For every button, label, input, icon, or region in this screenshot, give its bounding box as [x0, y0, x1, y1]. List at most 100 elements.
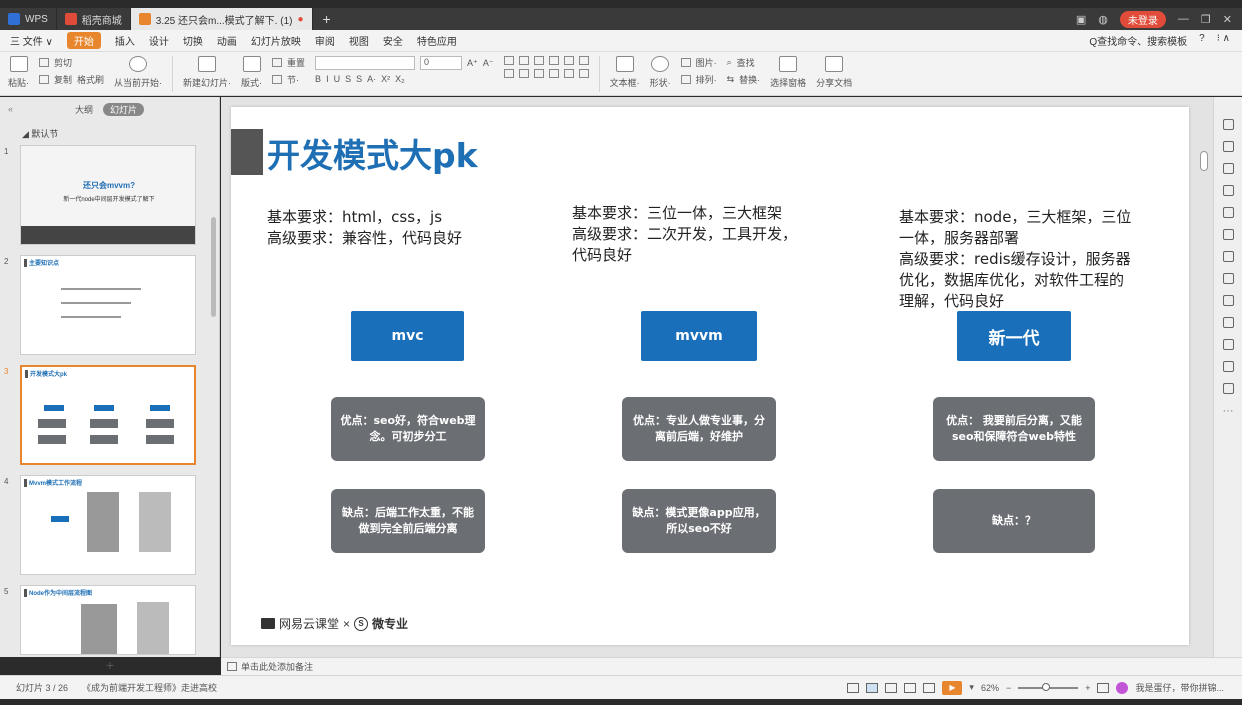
con-box-mvc[interactable]: 缺点：后端工作太重，不能做到完全前后端分离	[331, 489, 485, 553]
more-button[interactable]: ⁝ ∧	[1217, 33, 1230, 48]
speaker-icon[interactable]	[1222, 317, 1234, 328]
align-right-icon[interactable]	[533, 69, 544, 78]
format-painter-label[interactable]: 格式刷	[77, 73, 104, 86]
tab-docer-store[interactable]: 稻壳商城	[57, 8, 131, 30]
tab-view[interactable]: 视图	[349, 33, 369, 48]
layout-button[interactable]: 版式·	[241, 56, 262, 89]
columns-icon[interactable]	[563, 56, 574, 65]
mvc-label-box[interactable]: mvc	[351, 311, 464, 361]
zoom-in-button[interactable]: +	[1085, 683, 1090, 693]
pro-box-mvvm[interactable]: 优点：专业人做专业事，分离前后端，好维护	[622, 397, 776, 461]
settings-sliders-icon[interactable]	[1222, 185, 1234, 196]
copy-button[interactable]: 复制 格式刷	[39, 73, 104, 86]
target-icon[interactable]	[1222, 339, 1234, 350]
close-tab-icon[interactable]: ●	[297, 14, 303, 25]
con-box-new-gen[interactable]: 缺点：？	[933, 489, 1095, 553]
new-gen-label-box[interactable]: 新一代	[957, 311, 1071, 361]
section-label[interactable]: ◢ 默认节	[0, 121, 219, 140]
tab-security[interactable]: 安全	[383, 33, 403, 48]
tab-insert[interactable]: 插入	[115, 33, 135, 48]
tab-features[interactable]: 特色应用	[417, 33, 457, 48]
help-button[interactable]: ?	[1199, 33, 1205, 48]
avatar[interactable]	[1116, 681, 1129, 694]
play-from-current-button[interactable]: 从当前开始·	[114, 56, 162, 89]
animation-icon[interactable]	[1222, 163, 1234, 174]
tab-document[interactable]: 3.25 还只会m...模式了解下. (1) ●	[130, 8, 313, 30]
italic-icon[interactable]: I	[326, 74, 329, 84]
bullets-icon[interactable]	[503, 56, 514, 65]
clipboard-icon[interactable]	[1222, 207, 1234, 218]
history-icon[interactable]	[1222, 361, 1234, 372]
restore-icon[interactable]: ❐	[1201, 13, 1211, 26]
font-name-select[interactable]	[315, 56, 416, 70]
fit-window-icon[interactable]	[1097, 682, 1110, 693]
strikethrough-icon[interactable]: S	[345, 74, 351, 84]
shape-button[interactable]: 形状·	[650, 56, 671, 89]
edit-icon[interactable]	[1222, 273, 1234, 284]
cut-button[interactable]: 剪切	[39, 56, 104, 69]
notes-toggle-icon[interactable]	[847, 682, 860, 693]
minimize-icon[interactable]: —	[1178, 13, 1189, 25]
thumbnail-scrollbar[interactable]	[211, 217, 216, 317]
tab-transition[interactable]: 切换	[183, 33, 203, 48]
star-icon[interactable]	[1222, 229, 1234, 240]
zoom-level[interactable]: 62%	[981, 683, 999, 693]
font-color-icon[interactable]: A·	[367, 74, 376, 84]
distribute-icon[interactable]	[563, 69, 574, 78]
slide-thumbnail-3-selected[interactable]: 3 开发模式大pk	[4, 365, 208, 465]
shadow-icon[interactable]: S	[356, 74, 362, 84]
file-menu[interactable]: 三 文件 ∨	[10, 33, 53, 48]
subscript-icon[interactable]: X₂	[395, 74, 405, 84]
bold-icon[interactable]: B	[315, 74, 321, 84]
tab-slideshow[interactable]: 幻灯片放映	[251, 33, 301, 48]
mvvm-label-box[interactable]: mvvm	[641, 311, 757, 361]
share-document-button[interactable]: 分享文档	[816, 56, 852, 89]
pin-icon[interactable]	[1222, 119, 1234, 130]
slide-thumbnail-5[interactable]: 5 Node作为中间层流程图	[4, 585, 208, 655]
justify-icon[interactable]	[548, 69, 559, 78]
text-direction-icon[interactable]	[578, 69, 589, 78]
reset-button[interactable]: 重置	[272, 56, 305, 69]
add-slide-button[interactable]: +	[0, 657, 220, 673]
pro-box-mvc[interactable]: 优点：seo好，符合web理念。可初步分工	[331, 397, 485, 461]
requirements-mvvm[interactable]: 基本要求：三位一体，三大框架 高级要求：二次开发，工具开发， 代码良好	[572, 203, 852, 266]
indent-icon[interactable]	[533, 56, 544, 65]
new-slide-button[interactable]: 新建幻灯片·	[183, 56, 231, 89]
picture-button[interactable]: 图片·	[680, 56, 717, 69]
canvas-scrollbar[interactable]	[1200, 151, 1208, 171]
tab-slides[interactable]: 幻灯片	[103, 102, 145, 116]
tab-animation[interactable]: 动画	[217, 33, 237, 48]
tab-design[interactable]: 设计	[149, 33, 169, 48]
find-button[interactable]: ⌕ 查找	[727, 56, 761, 69]
current-slide[interactable]: 开发模式大pk 基本要求：html，css，js 高级要求：兼容性，代码良好 基…	[231, 107, 1189, 645]
collapse-panel-icon[interactable]: «	[8, 104, 13, 114]
new-tab-button[interactable]: +	[313, 11, 341, 27]
image-icon[interactable]	[1222, 295, 1234, 306]
transition-icon[interactable]	[1222, 141, 1234, 152]
tab-wps-home[interactable]: WPS	[0, 8, 57, 30]
grow-font-icon[interactable]: A⁺	[467, 58, 478, 69]
requirements-new-gen[interactable]: 基本要求：node，三大框架，三位 一体，服务器部署 高级要求：redis缓存设…	[899, 207, 1185, 312]
tab-outline[interactable]: 大纲	[75, 103, 93, 116]
zoom-out-button[interactable]: −	[1006, 683, 1011, 693]
slide-title[interactable]: 开发模式大pk	[267, 129, 478, 177]
shrink-font-icon[interactable]: A⁻	[483, 58, 494, 69]
close-window-icon[interactable]: ✕	[1223, 13, 1232, 26]
textbox-button[interactable]: 文本框·	[610, 56, 640, 89]
more-dots-icon[interactable]: ···	[1223, 405, 1234, 417]
notes-placeholder[interactable]: 单击此处添加备注	[241, 660, 313, 673]
slideshow-play-button[interactable]: ▶	[942, 680, 963, 695]
selection-pane-button[interactable]: 选择窗格	[770, 56, 806, 89]
slide-thumbnail-1[interactable]: 1 还只会mvvm? 新一代node中间层开发模式了解下	[4, 145, 208, 245]
skin-icon[interactable]: ◍	[1098, 13, 1108, 26]
user-name[interactable]: 我是蛋仔，带你拼锦...	[1135, 681, 1224, 694]
align-center-icon[interactable]	[518, 69, 529, 78]
arrange-button[interactable]: 排列·	[680, 73, 717, 86]
layout-icon[interactable]: ▣	[1076, 13, 1086, 26]
presenter-view-icon[interactable]	[923, 682, 936, 693]
reading-view-icon[interactable]	[904, 682, 917, 693]
paste-button[interactable]: 粘贴·	[8, 56, 29, 89]
section-button[interactable]: 节·	[272, 73, 305, 86]
font-size-select[interactable]: 0	[420, 56, 463, 70]
tab-review[interactable]: 审阅	[315, 33, 335, 48]
